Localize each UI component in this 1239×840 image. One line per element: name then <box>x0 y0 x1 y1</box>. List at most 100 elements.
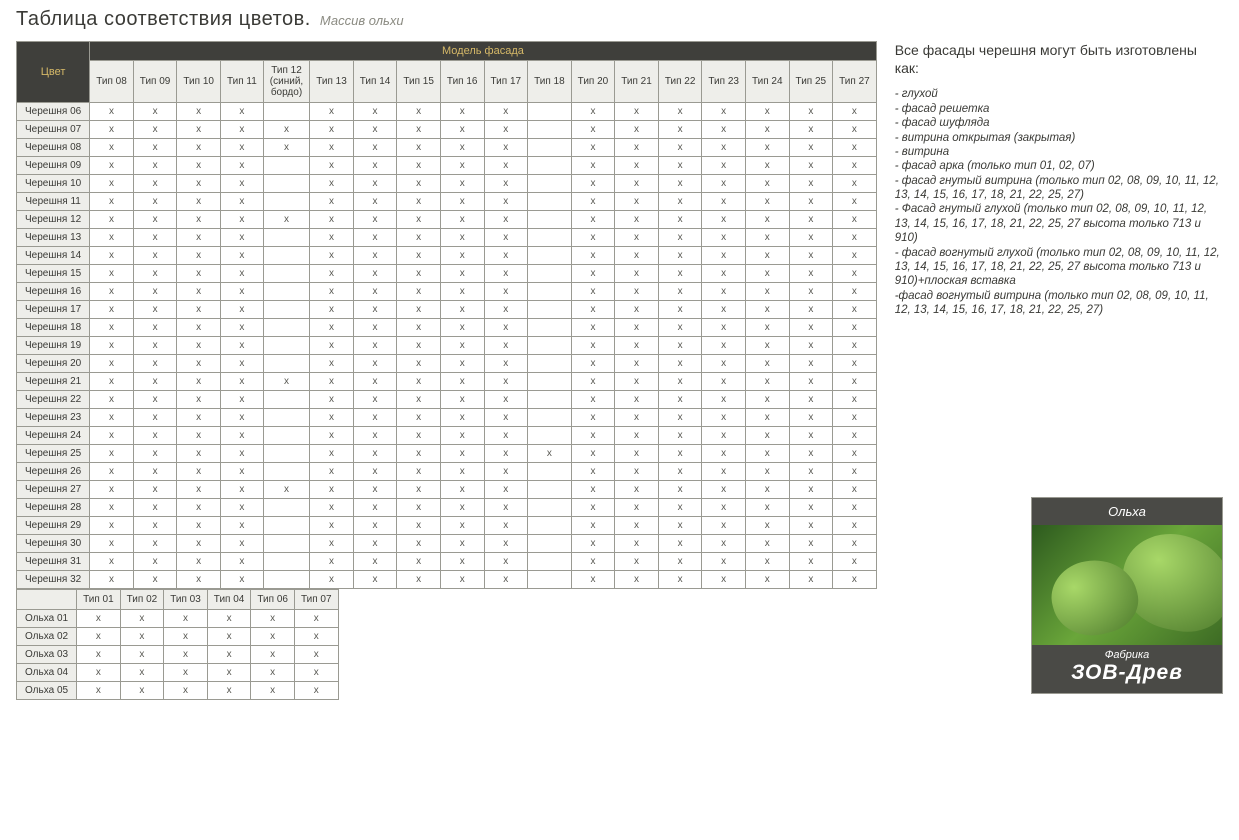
cell: x <box>789 193 833 211</box>
cell: x <box>484 535 528 553</box>
cell: x <box>77 646 121 664</box>
row-head: Черешня 22 <box>17 391 90 409</box>
cell: x <box>220 481 263 499</box>
cell: x <box>789 571 833 589</box>
cell: x <box>658 535 702 553</box>
cell: x <box>745 121 789 139</box>
cell: x <box>833 229 877 247</box>
cell: x <box>310 301 354 319</box>
cell: x <box>833 481 877 499</box>
note-line: -фасад вогнутый витрина (только тип 02, … <box>895 289 1223 318</box>
cell: x <box>90 121 134 139</box>
cell: x <box>789 409 833 427</box>
cell: x <box>133 139 177 157</box>
cell: x <box>745 427 789 445</box>
cell: x <box>133 103 177 121</box>
row-head: Черешня 20 <box>17 355 90 373</box>
cell: x <box>789 337 833 355</box>
cell: x <box>177 139 221 157</box>
cell: x <box>571 391 615 409</box>
cell: x <box>615 121 659 139</box>
cell: x <box>702 373 746 391</box>
cell: x <box>177 463 221 481</box>
cell <box>263 157 309 175</box>
cell <box>528 211 572 229</box>
cell: x <box>440 337 484 355</box>
cell: x <box>484 229 528 247</box>
col-head: Тип 10 <box>177 61 221 103</box>
cell: x <box>789 463 833 481</box>
cell: x <box>220 211 263 229</box>
cell: x <box>120 646 164 664</box>
cell: x <box>133 553 177 571</box>
cell: x <box>177 337 221 355</box>
card-bottom: Фабрика ЗОВ-Древ <box>1032 645 1222 693</box>
cell: x <box>310 283 354 301</box>
cell: x <box>133 391 177 409</box>
cell: x <box>702 391 746 409</box>
cell: x <box>745 499 789 517</box>
cell: x <box>133 265 177 283</box>
cell: x <box>310 247 354 265</box>
cell: x <box>177 229 221 247</box>
cell: x <box>353 517 397 535</box>
cell: x <box>833 535 877 553</box>
cell: x <box>789 157 833 175</box>
cell: x <box>263 121 309 139</box>
cell: x <box>702 337 746 355</box>
cell: x <box>615 571 659 589</box>
cell: x <box>310 229 354 247</box>
cell: x <box>90 193 134 211</box>
cell: x <box>484 355 528 373</box>
cell: x <box>702 553 746 571</box>
cell: x <box>615 373 659 391</box>
cell: x <box>745 373 789 391</box>
cell: x <box>658 319 702 337</box>
cell: x <box>440 157 484 175</box>
note-line: - глухой <box>895 87 1223 101</box>
cell: x <box>702 535 746 553</box>
cell: x <box>440 121 484 139</box>
cell: x <box>90 535 134 553</box>
cell: x <box>658 121 702 139</box>
cell: x <box>90 517 134 535</box>
cell: x <box>745 265 789 283</box>
cell: x <box>133 409 177 427</box>
cell: x <box>440 571 484 589</box>
col-head: Тип 23 <box>702 61 746 103</box>
cell: x <box>397 175 441 193</box>
cell: x <box>658 229 702 247</box>
cell: x <box>615 409 659 427</box>
cell: x <box>294 628 338 646</box>
cell: x <box>658 301 702 319</box>
cell <box>263 355 309 373</box>
cell: x <box>658 391 702 409</box>
cell <box>528 463 572 481</box>
cell <box>528 229 572 247</box>
cell: x <box>133 157 177 175</box>
cell: x <box>397 319 441 337</box>
cell: x <box>702 265 746 283</box>
cell: x <box>571 373 615 391</box>
cell: x <box>440 553 484 571</box>
cell: x <box>615 499 659 517</box>
cell: x <box>833 571 877 589</box>
cell: x <box>397 103 441 121</box>
cell: x <box>658 265 702 283</box>
row-head: Черешня 06 <box>17 103 90 121</box>
cell: x <box>833 283 877 301</box>
cell: x <box>353 121 397 139</box>
cell: x <box>440 445 484 463</box>
cell: x <box>833 301 877 319</box>
cell: x <box>90 139 134 157</box>
col-head: Тип 17 <box>484 61 528 103</box>
cell: x <box>702 247 746 265</box>
note-line: - витрина открытая (закрытая) <box>895 131 1223 145</box>
cell: x <box>353 481 397 499</box>
cell: x <box>397 535 441 553</box>
cell: x <box>90 337 134 355</box>
cell: x <box>353 445 397 463</box>
cell: x <box>484 337 528 355</box>
cell: x <box>702 157 746 175</box>
cell <box>528 283 572 301</box>
